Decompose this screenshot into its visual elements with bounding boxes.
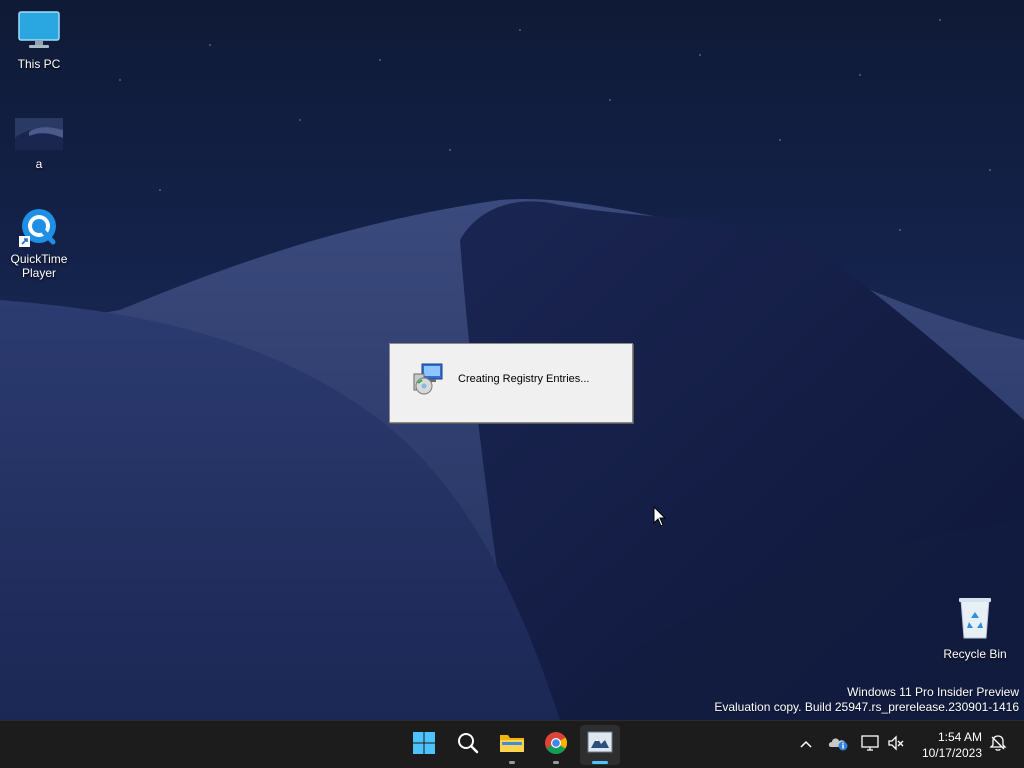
desktop-icon-this-pc[interactable]: This PC xyxy=(1,10,77,71)
recycle-bin-icon xyxy=(937,596,1013,643)
active-indicator xyxy=(592,761,608,764)
running-indicator xyxy=(553,761,559,764)
tray-network[interactable] xyxy=(858,733,882,757)
taskbar: 1:54 AM 10/17/2023 xyxy=(0,720,1024,768)
tray-volume[interactable] xyxy=(884,733,908,757)
chevron-up-icon xyxy=(799,736,813,754)
watermark-line-edition: Windows 11 Pro Insider Preview xyxy=(847,685,1019,699)
tray-show-hidden[interactable] xyxy=(794,733,818,757)
windows-start-icon xyxy=(412,731,436,760)
desktop-icon-label: QuickTime Player xyxy=(10,252,68,280)
installer-app-icon xyxy=(587,731,613,760)
desktop-icon-label: This PC xyxy=(17,57,61,71)
tray-onedrive[interactable] xyxy=(826,733,850,757)
desktop-icon-a[interactable]: a xyxy=(1,118,77,171)
start-button[interactable] xyxy=(404,725,444,765)
installer-progress-dialog: Creating Registry Entries... xyxy=(389,343,633,423)
desktop-icon-recycle-bin[interactable]: Recycle Bin xyxy=(937,596,1013,661)
monitor-icon xyxy=(1,10,77,53)
taskbar-file-explorer[interactable] xyxy=(492,725,532,765)
notification-icon xyxy=(989,734,1007,757)
search-button[interactable] xyxy=(448,725,488,765)
search-icon xyxy=(456,731,480,760)
mouse-cursor-icon xyxy=(653,505,667,533)
desktop-icon-quicktime[interactable]: QuickTime Player xyxy=(1,206,77,280)
tray-notifications[interactable] xyxy=(986,733,1010,757)
clock-time: 1:54 AM xyxy=(937,730,982,744)
quicktime-icon xyxy=(17,206,61,248)
system-clock[interactable]: 1:54 AM 10/17/2023 xyxy=(922,729,982,761)
image-thumbnail-icon xyxy=(1,118,77,153)
clock-date: 10/17/2023 xyxy=(921,746,982,760)
chrome-icon xyxy=(544,731,568,760)
desktop: This PC a QuickTime Player Recycle Bin C… xyxy=(0,0,1024,720)
running-indicator xyxy=(509,761,515,764)
taskbar-installer-active[interactable] xyxy=(580,725,620,765)
desktop-icon-label: Recycle Bin xyxy=(943,647,1007,661)
folder-icon xyxy=(499,732,525,759)
network-icon xyxy=(861,734,879,756)
installer-icon xyxy=(410,362,444,401)
volume-muted-icon xyxy=(887,734,905,756)
evaluation-watermark: Windows 11 Pro Insider Preview Evaluatio… xyxy=(714,685,1019,715)
watermark-line-build: Evaluation copy. Build 25947.rs_prerelea… xyxy=(714,700,1019,714)
onedrive-icon xyxy=(827,735,849,756)
desktop-icon-label: a xyxy=(35,157,43,171)
taskbar-chrome[interactable] xyxy=(536,725,576,765)
dialog-message: Creating Registry Entries... xyxy=(458,373,590,385)
